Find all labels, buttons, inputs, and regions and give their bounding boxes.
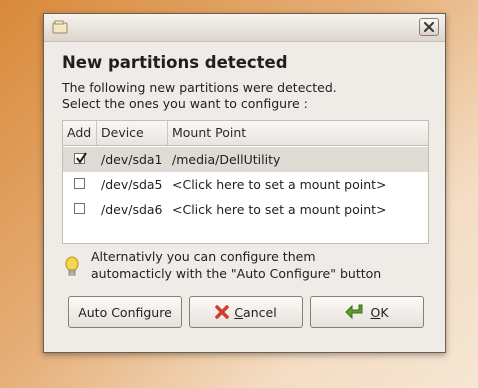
- checkmark-icon: [76, 152, 87, 164]
- hint-line-2: automacticly with the "Auto Configure" b…: [91, 266, 382, 281]
- device-cell: /dev/sda1: [101, 152, 163, 167]
- device-cell: /dev/sda5: [101, 177, 163, 192]
- ok-button[interactable]: OK: [310, 296, 424, 328]
- cancel-button[interactable]: Cancel: [189, 296, 303, 328]
- ok-label: OK: [370, 304, 389, 320]
- column-header-mount-point[interactable]: Mount Point: [168, 121, 430, 145]
- red-x-icon: [215, 305, 230, 319]
- mount-point-cell[interactable]: /media/DellUtility: [172, 147, 280, 172]
- device-cell: /dev/sda6: [101, 202, 163, 217]
- mount-point-cell[interactable]: <Click here to set a mount point>: [172, 172, 387, 197]
- title-bar[interactable]: [44, 14, 445, 42]
- table-row[interactable]: /dev/sda5 <Click here to set a mount poi…: [63, 172, 428, 197]
- green-arrow-icon: [345, 304, 363, 320]
- table-row[interactable]: /dev/sda6 <Click here to set a mount poi…: [63, 197, 428, 222]
- table-header: Add Device Mount Point: [63, 121, 428, 146]
- hint-line-1: Alternativly you can configure them: [91, 249, 316, 264]
- mount-point-cell[interactable]: <Click here to set a mount point>: [172, 197, 387, 222]
- description-line-1: The following new partitions were detect…: [62, 80, 337, 95]
- auto-configure-label: Auto Configure: [78, 304, 172, 320]
- partitions-table: Add Device Mount Point /dev/sda1 /media/…: [62, 120, 429, 244]
- table-row[interactable]: /dev/sda1 /media/DellUtility: [63, 147, 428, 172]
- add-checkbox[interactable]: [74, 178, 85, 189]
- window-icon: [52, 20, 68, 34]
- add-checkbox[interactable]: [74, 203, 85, 214]
- partitions-dialog: New partitions detected The following ne…: [43, 13, 446, 353]
- description-line-2: Select the ones you want to configure :: [62, 96, 308, 111]
- column-header-add[interactable]: Add: [63, 121, 97, 145]
- dialog-heading: New partitions detected: [62, 53, 288, 72]
- auto-configure-button[interactable]: Auto Configure: [68, 296, 182, 328]
- column-header-device[interactable]: Device: [97, 121, 168, 145]
- lightbulb-icon: [65, 256, 79, 276]
- add-checkbox[interactable]: [74, 152, 87, 164]
- close-button[interactable]: [419, 18, 439, 36]
- cancel-label: Cancel: [234, 304, 277, 320]
- close-icon: [424, 22, 434, 32]
